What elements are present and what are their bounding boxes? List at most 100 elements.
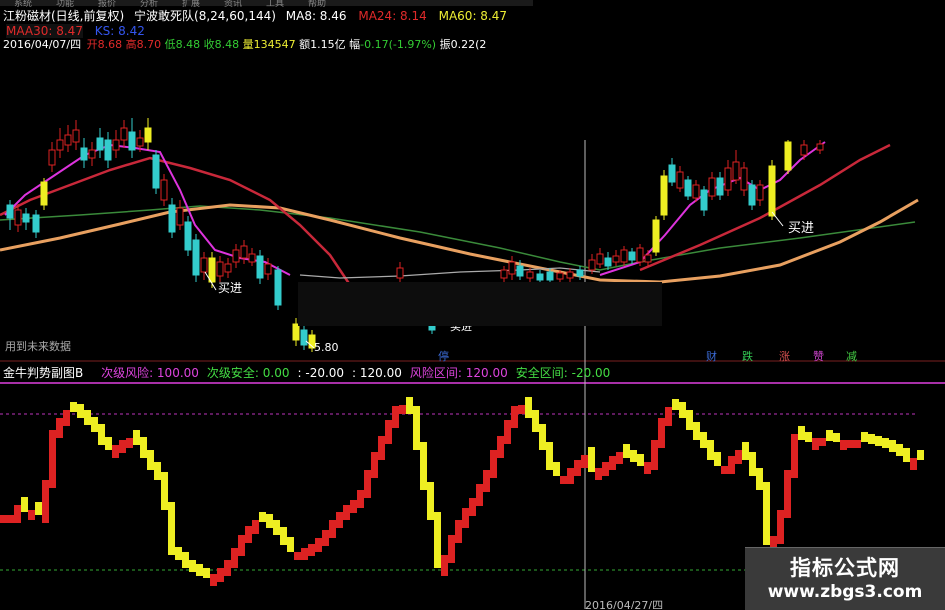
sub-chart-step-bar bbox=[581, 455, 588, 468]
candle-body bbox=[526, 271, 534, 279]
candle-body bbox=[224, 263, 232, 273]
volume-label: 量 bbox=[242, 38, 254, 51]
candle-body bbox=[48, 149, 56, 166]
sub-chart-step-bar bbox=[630, 450, 637, 462]
sub-chart-step-bar bbox=[14, 505, 21, 523]
candle-body bbox=[232, 249, 240, 263]
sub-chart-step-bar bbox=[791, 434, 798, 478]
menu-item[interactable]: 工具 bbox=[266, 0, 284, 9]
sub-chart-step-bar bbox=[476, 484, 483, 506]
low-price-label: 5.80 bbox=[314, 341, 339, 354]
sub-chart-step-bar bbox=[819, 438, 826, 446]
sub-chart-step-bar bbox=[721, 466, 728, 474]
candle-body bbox=[88, 149, 96, 159]
sub-chart-step-bar bbox=[273, 520, 280, 535]
menu-item[interactable]: 功能 bbox=[56, 0, 74, 9]
candle-body bbox=[724, 167, 732, 191]
candle-body bbox=[64, 134, 72, 146]
candle-body bbox=[72, 129, 80, 143]
sub-chart-step-bar bbox=[189, 560, 196, 572]
watermark-url: www.zbgs3.com bbox=[767, 582, 923, 602]
sub-chart-value: : 120.00 bbox=[352, 366, 402, 380]
sub-chart-step-bar bbox=[714, 452, 721, 466]
sub-chart-step-bar bbox=[56, 418, 63, 438]
sub-chart-step-bar bbox=[35, 502, 42, 515]
candle-body bbox=[628, 251, 636, 261]
sub-chart-step-bar bbox=[196, 564, 203, 576]
menu-item[interactable]: 系统 bbox=[14, 0, 32, 9]
candle-body bbox=[40, 181, 48, 206]
candle-body bbox=[800, 144, 808, 156]
sub-chart-step-bar bbox=[357, 490, 364, 508]
sub-chart-step-bar bbox=[854, 440, 861, 448]
sub-chart-step-bar bbox=[42, 480, 49, 523]
sub-chart-step-bar bbox=[427, 482, 434, 520]
sub-chart-step-bar bbox=[140, 437, 147, 458]
sub-chart-step-bar bbox=[77, 404, 84, 418]
sub-chart-step-bar bbox=[861, 432, 868, 442]
sub-chart-step-bar bbox=[497, 436, 504, 458]
maa30-value: MAA30: 8.47 bbox=[6, 24, 83, 38]
chart-header-row-1: 江粉磁材(日线,前复权) 宁波敢死队(8,24,60,144) MA8: 8.4… bbox=[3, 9, 507, 23]
sub-chart-step-bar bbox=[329, 520, 336, 538]
sub-chart-step-bar bbox=[182, 552, 189, 568]
candle-body bbox=[566, 271, 574, 279]
sub-chart-step-bar bbox=[392, 406, 399, 428]
sub-chart-step-bar bbox=[602, 462, 609, 476]
candle-body bbox=[636, 247, 644, 263]
candle-body bbox=[508, 261, 516, 275]
sub-chart-step-bar bbox=[490, 450, 497, 478]
sub-chart-step-bar bbox=[560, 476, 567, 484]
sub-chart-step-bar bbox=[406, 397, 413, 414]
candle-body bbox=[546, 271, 554, 281]
ma24-value: MA24: 8.14 bbox=[358, 9, 427, 23]
change-value: -0.17(-1.97%) bbox=[360, 38, 437, 51]
candle-body bbox=[708, 177, 716, 197]
candle-body bbox=[200, 257, 208, 273]
menu-item[interactable]: 资讯 bbox=[224, 0, 242, 9]
menu-item[interactable]: 帮助 bbox=[308, 0, 326, 9]
volume-value: 134547 bbox=[253, 38, 296, 51]
sub-chart-step-bar bbox=[553, 462, 560, 476]
stock-title: 江粉磁材(日线,前复权) bbox=[3, 9, 125, 23]
sub-chart-step-bar bbox=[868, 434, 875, 444]
candle-body bbox=[576, 269, 584, 277]
buy-arrow bbox=[771, 211, 784, 227]
menu-item[interactable]: 报价 bbox=[98, 0, 116, 9]
sub-chart-step-bar bbox=[749, 452, 756, 476]
close-value: 8.48 bbox=[214, 38, 240, 51]
sub-chart-step-bar bbox=[385, 420, 392, 444]
sub-chart-step-bar bbox=[252, 520, 259, 534]
sub-chart-step-bar bbox=[294, 552, 301, 560]
candle-body bbox=[516, 265, 524, 277]
sub-chart-step-bar bbox=[133, 430, 140, 445]
candle-body bbox=[676, 171, 684, 189]
sub-chart-step-bar bbox=[812, 438, 819, 450]
high-value: 8.70 bbox=[136, 38, 162, 51]
sub-chart-values: 次级风险: 100.00 次级安全: 0.00: -20.00: 120.00 风险… bbox=[101, 366, 618, 380]
signal-label: 减 bbox=[846, 350, 857, 363]
candle-body bbox=[248, 253, 256, 263]
sub-chart-step-bar bbox=[616, 452, 623, 464]
amplitude-value: 0.22(2 bbox=[450, 38, 487, 51]
signal-label: 跌 bbox=[742, 349, 753, 363]
candle-body bbox=[556, 272, 564, 280]
sub-chart-step-bar bbox=[280, 527, 287, 545]
sub-chart-step-bar bbox=[588, 447, 595, 472]
candle-body bbox=[14, 209, 22, 226]
signal-label: 涨 bbox=[779, 350, 790, 363]
sub-chart-step-bar bbox=[511, 406, 518, 428]
menu-item[interactable]: 扩展 bbox=[182, 0, 200, 9]
sub-chart-step-bar bbox=[378, 436, 385, 460]
open-label: 开 bbox=[86, 38, 98, 51]
sub-chart-step-bar bbox=[203, 568, 210, 578]
sub-chart-step-bar bbox=[7, 515, 14, 523]
candle-body bbox=[56, 139, 64, 151]
sub-chart-step-bar bbox=[595, 468, 602, 480]
sub-chart-step-bar bbox=[644, 462, 651, 474]
candle-body bbox=[604, 257, 612, 267]
menu-item[interactable]: 分析 bbox=[140, 0, 158, 9]
sub-chart-step-bar bbox=[70, 402, 77, 412]
candle-body bbox=[740, 167, 748, 191]
ma60-value: MA60: 8.47 bbox=[438, 9, 508, 23]
